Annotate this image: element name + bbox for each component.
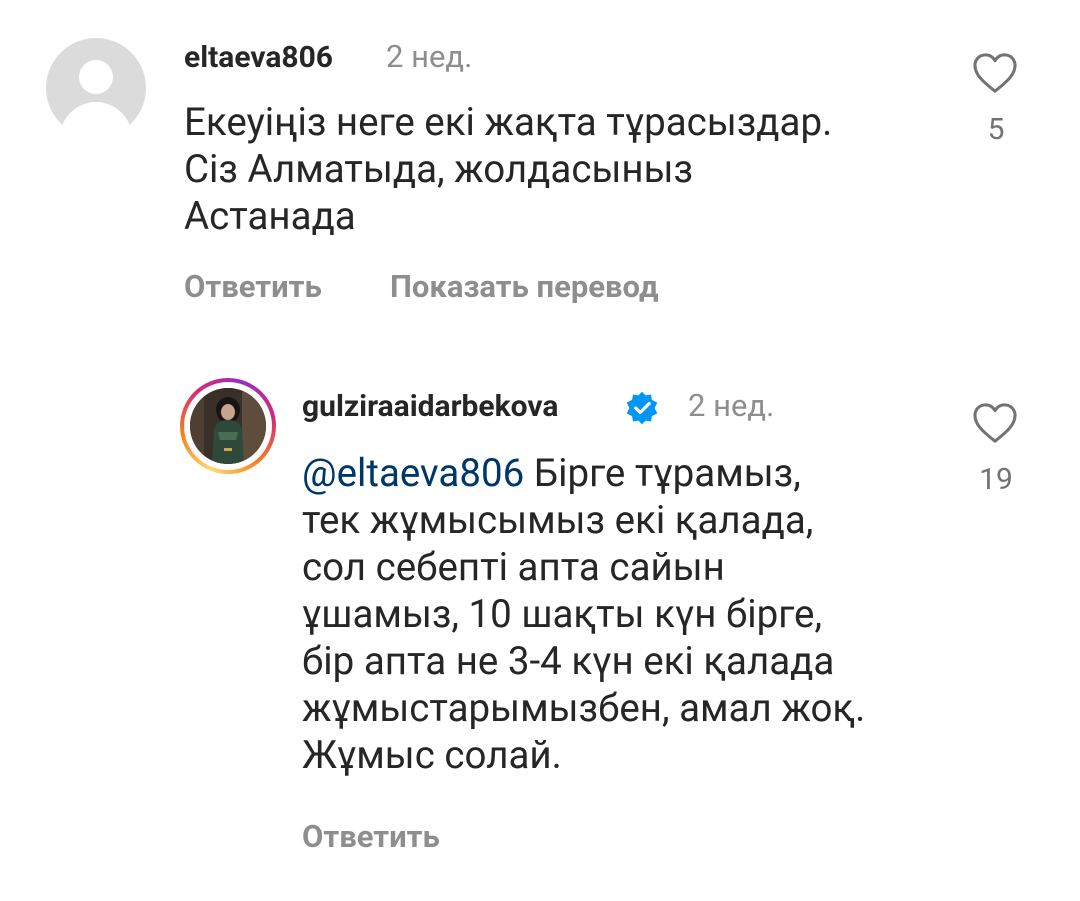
comment-username[interactable]: gulziraaidarbekova: [302, 389, 558, 424]
user-mention-link[interactable]: @eltaeva806: [302, 451, 524, 496]
user-photo-figure: [190, 388, 266, 464]
comments-thread: eltaeva806 2 нед. Екеуіңіз неге екі жақт…: [0, 0, 1080, 901]
reply-comment-item: gulziraaidarbekova 2 нед. @eltaeva806 Бі…: [0, 0, 1080, 901]
comment-text: @eltaeva806 Бірге тұрамыз, тек жұмысымыз…: [302, 450, 1002, 779]
like-count: 19: [979, 462, 1013, 497]
comment-body: Бірге тұрамыз, тек жұмысымыз екі қалада,…: [302, 451, 866, 778]
reply-button[interactable]: Ответить: [302, 818, 440, 855]
story-ring-avatar[interactable]: [180, 378, 276, 474]
heart-icon[interactable]: [972, 402, 1018, 444]
user-photo: [190, 388, 266, 464]
comment-timestamp: 2 нед.: [688, 387, 775, 424]
verified-badge-icon: [626, 391, 658, 425]
